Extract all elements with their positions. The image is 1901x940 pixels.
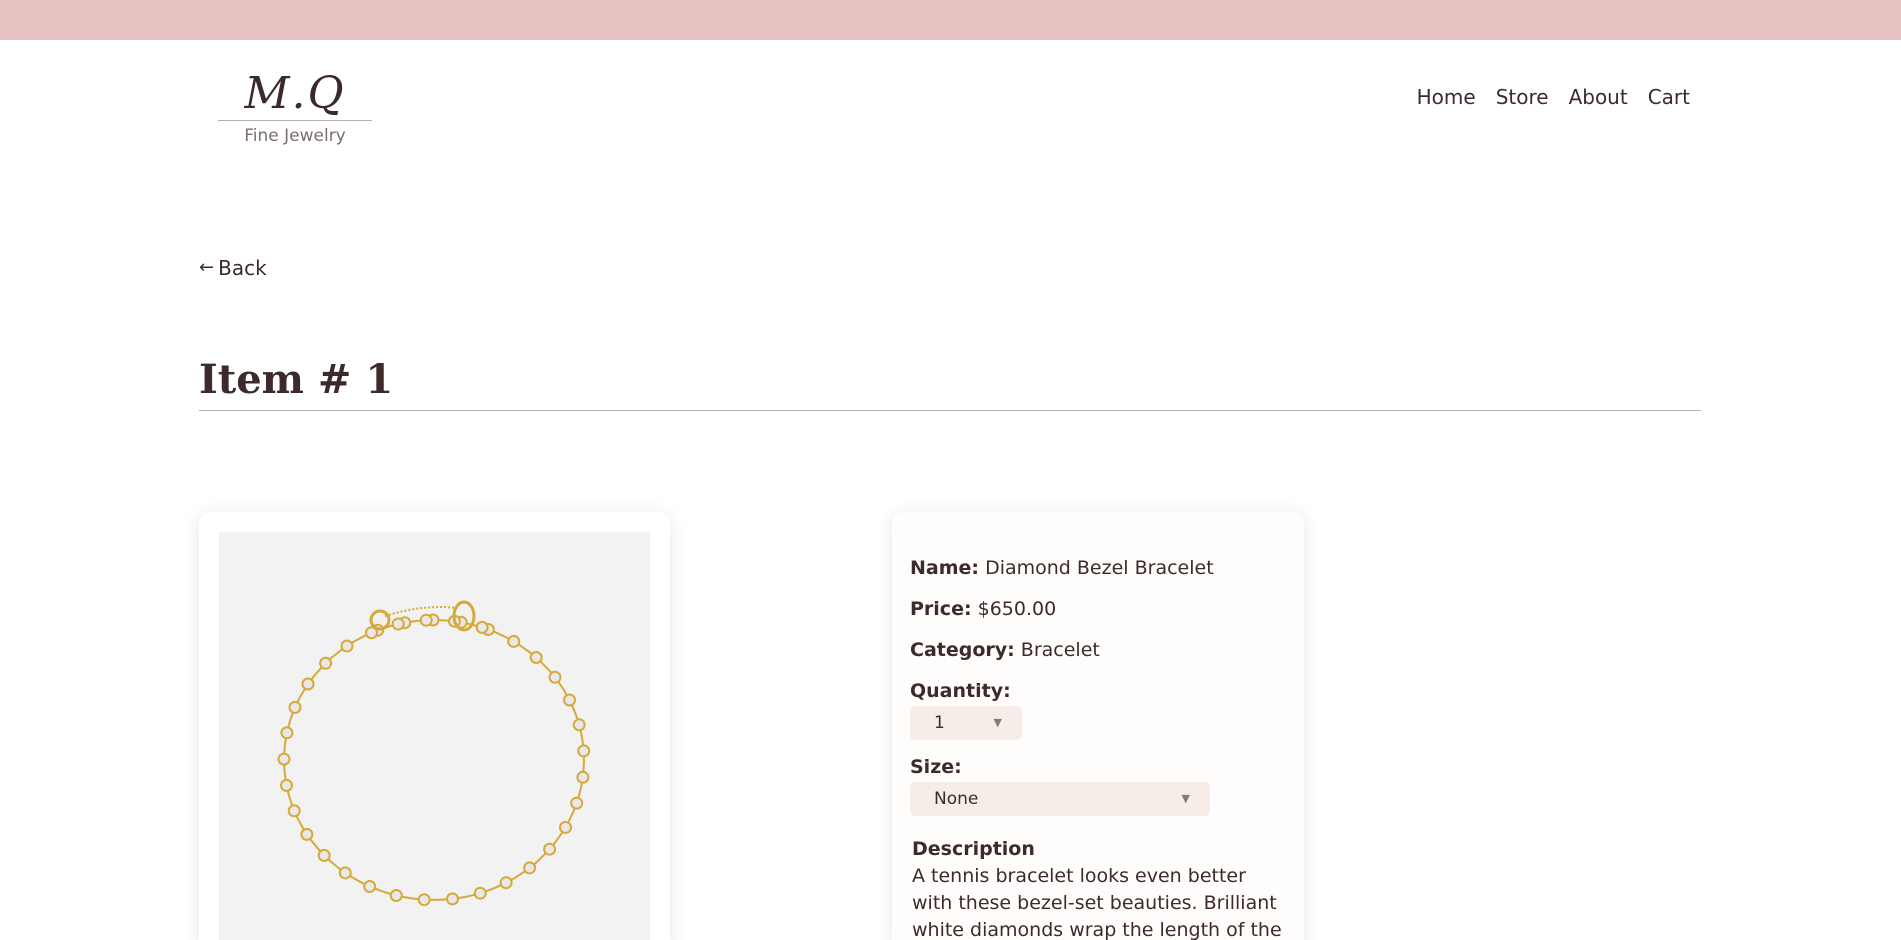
bezel-stone [529, 651, 543, 664]
product-price: Price: $650.00 [910, 596, 1056, 622]
back-arrow-icon: ← [199, 257, 215, 278]
top-banner [0, 0, 1901, 40]
bezel-stone [287, 804, 301, 818]
bezel-stone [280, 778, 293, 792]
logo-mark: M.Q [244, 68, 346, 119]
nav-about[interactable]: About [1569, 84, 1628, 110]
bezel-stone [317, 848, 331, 862]
bezel-stone [288, 700, 302, 714]
back-link[interactable]: ← Back [199, 255, 267, 281]
quantity-value: 1 [934, 713, 945, 733]
bezel-stone [563, 693, 576, 707]
product-category: Category: Bracelet [910, 637, 1100, 663]
bezel-stone [576, 770, 590, 784]
product-image-card [199, 512, 670, 940]
product-image [219, 532, 650, 940]
bezel-stone [499, 876, 513, 890]
title-divider [199, 410, 1701, 411]
quantity-label: Quantity: [910, 680, 1011, 702]
bezel-stone [507, 634, 521, 648]
bezel-stone [473, 886, 487, 900]
category-label: Category: [910, 639, 1015, 661]
logo-subtitle: Fine Jewelry [244, 126, 346, 146]
page: M.Q Fine Jewelry Home Store About Cart ←… [0, 0, 1901, 940]
description-heading: Description [912, 838, 1035, 860]
bezel-stone [363, 880, 377, 893]
name-value: Diamond Bezel Bracelet [985, 557, 1214, 579]
nav-home[interactable]: Home [1417, 84, 1476, 110]
bezel-stone [319, 656, 333, 670]
bracelet-image-icon [277, 600, 591, 907]
quantity-select[interactable]: 1 ▼ [910, 706, 1022, 740]
size-value: None [934, 789, 979, 809]
size-label: Size: [910, 756, 962, 778]
nav-cart[interactable]: Cart [1648, 84, 1690, 110]
bezel-stone [301, 677, 315, 691]
bezel-stone [391, 617, 405, 631]
bezel-stone [446, 892, 459, 906]
bezel-stone [419, 613, 433, 627]
bezel-stone [280, 726, 294, 740]
main-nav: Home Store About Cart [1417, 84, 1690, 110]
bezel-stone [577, 744, 591, 758]
bezel-stone [570, 796, 584, 810]
bezel-stone [417, 893, 431, 907]
category-value: Bracelet [1020, 639, 1100, 661]
bezel-stone [338, 866, 352, 880]
bezel-stone [543, 842, 557, 856]
bezel-stone [559, 820, 572, 834]
bezel-stone [475, 620, 489, 634]
bezel-stone [389, 889, 403, 902]
back-label: Back [218, 256, 267, 280]
price-label: Price: [910, 598, 972, 620]
bezel-stone [572, 718, 586, 732]
price-value: $650.00 [977, 598, 1057, 620]
page-title: Item # 1 [199, 356, 394, 403]
logo-divider [218, 120, 372, 121]
chevron-down-icon: ▼ [993, 716, 1002, 729]
description-text: A tennis bracelet looks even better with… [912, 865, 1282, 940]
bezel-stone [548, 670, 562, 684]
chevron-down-icon: ▼ [1181, 792, 1190, 805]
name-label: Name: [910, 557, 980, 579]
product-name: Name: Diamond Bezel Bracelet [910, 555, 1214, 581]
nav-store[interactable]: Store [1496, 84, 1549, 110]
logo[interactable]: M.Q Fine Jewelry [218, 68, 372, 148]
bezel-stone [277, 752, 291, 766]
product-details-card: Name: Diamond Bezel Bracelet Price: $650… [892, 512, 1304, 940]
size-select[interactable]: None ▼ [910, 782, 1210, 816]
bezel-stone [340, 639, 354, 653]
bezel-stone [300, 827, 314, 841]
bezel-stone [523, 861, 537, 875]
